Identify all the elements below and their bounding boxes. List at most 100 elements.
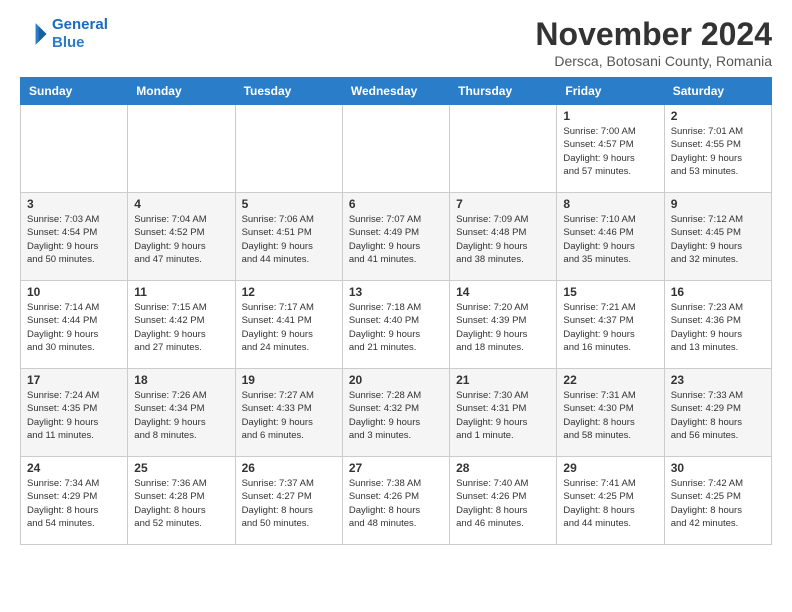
day-info: Sunrise: 7:00 AMSunset: 4:57 PMDaylight:…: [563, 125, 657, 178]
calendar-cell: 15 Sunrise: 7:21 AMSunset: 4:37 PMDayligh…: [557, 281, 664, 369]
title-block: November 2024 Dersca, Botosani County, R…: [535, 16, 772, 69]
calendar-cell: 17 Sunrise: 7:24 AMSunset: 4:35 PMDayligh…: [21, 369, 128, 457]
day-info: Sunrise: 7:42 AMSunset: 4:25 PMDaylight:…: [671, 477, 765, 530]
day-number: 4: [134, 197, 228, 211]
calendar-cell: 18Sunrise: 7:26 AMSunset: 4:34 PMDayligh…: [128, 369, 235, 457]
calendar-cell: [450, 105, 557, 193]
day-info: Sunrise: 7:12 AMSunset: 4:45 PMDaylight:…: [671, 213, 765, 266]
calendar-cell: 6Sunrise: 7:07 AMSunset: 4:49 PMDaylight…: [342, 193, 449, 281]
calendar-cell: 1 Sunrise: 7:00 AMSunset: 4:57 PMDaylight…: [557, 105, 664, 193]
calendar-cell: 24Sunrise: 7:34 AMSunset: 4:29 PMDayligh…: [21, 457, 128, 545]
calendar-week-row: 10 Sunrise: 7:14 AMSunset: 4:44 PMDayligh…: [21, 281, 772, 369]
logo-blue: Blue: [52, 34, 108, 52]
calendar-cell: [342, 105, 449, 193]
calendar-cell: 5 Sunrise: 7:06 AMSunset: 4:51 PMDaylight…: [235, 193, 342, 281]
calendar-cell: 25Sunrise: 7:36 AMSunset: 4:28 PMDayligh…: [128, 457, 235, 545]
day-number: 26: [242, 461, 336, 475]
day-info: Sunrise: 7:30 AMSunset: 4:31 PMDaylight:…: [456, 389, 550, 442]
day-info: Sunrise: 7:34 AMSunset: 4:29 PMDaylight:…: [27, 477, 121, 530]
day-number: 14: [456, 285, 550, 299]
day-number: 10: [27, 285, 121, 299]
day-number: 23: [671, 373, 765, 387]
logo-text: General Blue: [52, 16, 108, 52]
calendar-cell: 9Sunrise: 7:12 AMSunset: 4:45 PMDaylight…: [664, 193, 771, 281]
day-info: Sunrise: 7:33 AMSunset: 4:29 PMDaylight:…: [671, 389, 765, 442]
day-number: 29: [563, 461, 657, 475]
day-info: Sunrise: 7:09 AMSunset: 4:48 PMDaylight:…: [456, 213, 550, 266]
calendar-week-row: 3Sunrise: 7:03 AMSunset: 4:54 PMDaylight…: [21, 193, 772, 281]
header: General Blue November 2024 Dersca, Botos…: [20, 16, 772, 69]
day-info: Sunrise: 7:17 AMSunset: 4:41 PMDaylight:…: [242, 301, 336, 354]
day-number: 20: [349, 373, 443, 387]
calendar-week-row: 24Sunrise: 7:34 AMSunset: 4:29 PMDayligh…: [21, 457, 772, 545]
day-info: Sunrise: 7:37 AMSunset: 4:27 PMDaylight:…: [242, 477, 336, 530]
calendar-cell: 19 Sunrise: 7:27 AMSunset: 4:33 PMDayligh…: [235, 369, 342, 457]
day-info: Sunrise: 7:41 AMSunset: 4:25 PMDaylight:…: [563, 477, 657, 530]
day-number: 13: [349, 285, 443, 299]
day-header-wednesday: Wednesday: [342, 78, 449, 105]
day-info: Sunrise: 7:18 AMSunset: 4:40 PMDaylight:…: [349, 301, 443, 354]
logo-general: General: [52, 16, 108, 33]
calendar-cell: 11 Sunrise: 7:15 AMSunset: 4:42 PMDayligh…: [128, 281, 235, 369]
day-header-sunday: Sunday: [21, 78, 128, 105]
day-info: Sunrise: 7:01 AMSunset: 4:55 PMDaylight:…: [671, 125, 765, 178]
calendar-cell: 3Sunrise: 7:03 AMSunset: 4:54 PMDaylight…: [21, 193, 128, 281]
day-info: Sunrise: 7:14 AMSunset: 4:44 PMDaylight:…: [27, 301, 121, 354]
day-number: 6: [349, 197, 443, 211]
day-info: Sunrise: 7:03 AMSunset: 4:54 PMDaylight:…: [27, 213, 121, 266]
calendar-cell: 16Sunrise: 7:23 AMSunset: 4:36 PMDayligh…: [664, 281, 771, 369]
calendar-cell: 20Sunrise: 7:28 AMSunset: 4:32 PMDayligh…: [342, 369, 449, 457]
day-number: 12: [242, 285, 336, 299]
calendar-cell: [21, 105, 128, 193]
day-header-saturday: Saturday: [664, 78, 771, 105]
day-header-friday: Friday: [557, 78, 664, 105]
day-number: 21: [456, 373, 550, 387]
day-info: Sunrise: 7:21 AMSunset: 4:37 PMDaylight:…: [563, 301, 657, 354]
calendar-cell: 28 Sunrise: 7:40 AMSunset: 4:26 PMDayligh…: [450, 457, 557, 545]
calendar-cell: 13 Sunrise: 7:18 AMSunset: 4:40 PMDayligh…: [342, 281, 449, 369]
calendar-cell: 26 Sunrise: 7:37 AMSunset: 4:27 PMDayligh…: [235, 457, 342, 545]
calendar-cell: 27Sunrise: 7:38 AMSunset: 4:26 PMDayligh…: [342, 457, 449, 545]
day-info: Sunrise: 7:15 AMSunset: 4:42 PMDaylight:…: [134, 301, 228, 354]
logo: General Blue: [20, 16, 108, 52]
calendar-cell: 29 Sunrise: 7:41 AMSunset: 4:25 PMDayligh…: [557, 457, 664, 545]
day-info: Sunrise: 7:40 AMSunset: 4:26 PMDaylight:…: [456, 477, 550, 530]
page: General Blue November 2024 Dersca, Botos…: [0, 0, 792, 561]
day-number: 22: [563, 373, 657, 387]
day-info: Sunrise: 7:23 AMSunset: 4:36 PMDaylight:…: [671, 301, 765, 354]
day-number: 11: [134, 285, 228, 299]
calendar-cell: 7 Sunrise: 7:09 AMSunset: 4:48 PMDaylight…: [450, 193, 557, 281]
day-number: 19: [242, 373, 336, 387]
day-number: 8: [563, 197, 657, 211]
day-info: Sunrise: 7:31 AMSunset: 4:30 PMDaylight:…: [563, 389, 657, 442]
day-info: Sunrise: 7:06 AMSunset: 4:51 PMDaylight:…: [242, 213, 336, 266]
day-header-monday: Monday: [128, 78, 235, 105]
day-header-thursday: Thursday: [450, 78, 557, 105]
calendar-week-row: 17 Sunrise: 7:24 AMSunset: 4:35 PMDayligh…: [21, 369, 772, 457]
day-info: Sunrise: 7:24 AMSunset: 4:35 PMDaylight:…: [27, 389, 121, 442]
day-number: 5: [242, 197, 336, 211]
location-subtitle: Dersca, Botosani County, Romania: [535, 53, 772, 69]
calendar-cell: 12 Sunrise: 7:17 AMSunset: 4:41 PMDayligh…: [235, 281, 342, 369]
calendar-cell: 22 Sunrise: 7:31 AMSunset: 4:30 PMDayligh…: [557, 369, 664, 457]
day-number: 28: [456, 461, 550, 475]
month-title: November 2024: [535, 16, 772, 53]
calendar-cell: 2Sunrise: 7:01 AMSunset: 4:55 PMDaylight…: [664, 105, 771, 193]
day-info: Sunrise: 7:04 AMSunset: 4:52 PMDaylight:…: [134, 213, 228, 266]
day-info: Sunrise: 7:20 AMSunset: 4:39 PMDaylight:…: [456, 301, 550, 354]
day-number: 1: [563, 109, 657, 123]
calendar-week-row: 1 Sunrise: 7:00 AMSunset: 4:57 PMDaylight…: [21, 105, 772, 193]
day-info: Sunrise: 7:36 AMSunset: 4:28 PMDaylight:…: [134, 477, 228, 530]
calendar-cell: 23 Sunrise: 7:33 AMSunset: 4:29 PMDayligh…: [664, 369, 771, 457]
day-number: 7: [456, 197, 550, 211]
calendar-cell: 14 Sunrise: 7:20 AMSunset: 4:39 PMDayligh…: [450, 281, 557, 369]
day-number: 15: [563, 285, 657, 299]
day-info: Sunrise: 7:26 AMSunset: 4:34 PMDaylight:…: [134, 389, 228, 442]
calendar-header-row: SundayMondayTuesdayWednesdayThursdayFrid…: [21, 78, 772, 105]
calendar-table: SundayMondayTuesdayWednesdayThursdayFrid…: [20, 77, 772, 545]
day-info: Sunrise: 7:10 AMSunset: 4:46 PMDaylight:…: [563, 213, 657, 266]
day-number: 30: [671, 461, 765, 475]
calendar-cell: 8 Sunrise: 7:10 AMSunset: 4:46 PMDaylight…: [557, 193, 664, 281]
day-number: 17: [27, 373, 121, 387]
day-info: Sunrise: 7:27 AMSunset: 4:33 PMDaylight:…: [242, 389, 336, 442]
